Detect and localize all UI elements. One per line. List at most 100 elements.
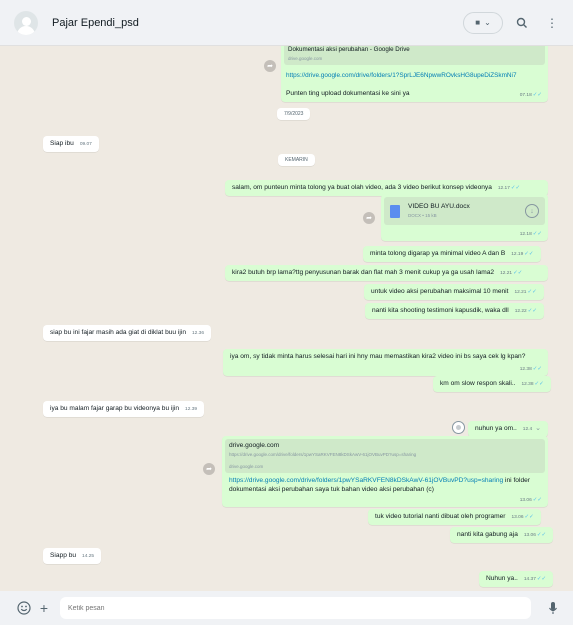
message-out[interactable]: nanti kita gabung aja 13.06✓✓ [450, 527, 554, 543]
plus-icon: + [39, 600, 49, 616]
read-receipt-icon: ✓✓ [532, 231, 542, 237]
message-out[interactable]: nuhun ya om.. 12.4 ⌄ [468, 421, 548, 437]
message-text: Siap ibu [50, 140, 74, 147]
read-receipt-icon: ✓✓ [527, 308, 537, 314]
message-out[interactable]: tuk video tutorial nanti dibuat oleh pro… [368, 509, 541, 525]
emoji-button[interactable] [14, 598, 34, 618]
avatar[interactable] [14, 10, 38, 35]
message-text: siap bu ini fajar masih ada giat di dikl… [50, 329, 186, 336]
message-time: 09.07 [79, 142, 92, 147]
read-receipt-icon: ✓✓ [536, 576, 547, 582]
message-out[interactable]: minta tolong digarap ya minimal video A … [363, 246, 541, 262]
chevron-down-icon: ⌄ [484, 18, 491, 27]
video-call-button[interactable]: ■ ⌄ [463, 11, 503, 34]
smile-icon [456, 425, 461, 430]
message-time: 12.38 [521, 382, 534, 387]
message-input[interactable] [60, 597, 531, 619]
message-text: tuk video tutorial nanti dibuat oleh pro… [375, 513, 506, 520]
message-text: Punten ting upload dokumentasi ke sini y… [286, 90, 410, 97]
read-receipt-icon: ✓✓ [532, 92, 542, 98]
message-text: nanti kita gabung aja [457, 531, 518, 538]
chevron-down-icon[interactable]: ⌄ [535, 425, 541, 432]
contact-name[interactable]: Pajar Ependi_psd [52, 17, 463, 29]
forward-icon[interactable]: ➦ [363, 212, 375, 224]
link-preview-title[interactable]: Dokumentasi aksi perubahan - Google Driv… [288, 46, 541, 54]
message-time: 12.21 [500, 271, 513, 276]
message-out[interactable]: nanti kita shooting testimoni kapusdik, … [365, 303, 544, 319]
message-text: iya om, sy tidak minta harus selesai har… [230, 353, 526, 360]
message-time: 12.39 [185, 407, 198, 412]
message-text: untuk video aksi perubahan maksimal 10 m… [371, 288, 509, 295]
document-meta: DOCX • 15 kB [408, 213, 437, 218]
message-text: Nuhun ya.. [486, 575, 518, 582]
message-in[interactable]: Siap ibu 09.07 [43, 136, 99, 152]
message-time: 12.18 [519, 232, 532, 237]
message-document[interactable]: VIDEO BU AYU.docx DOCX • 15 kB ↓ 12.18✓✓ [381, 194, 548, 241]
message-out[interactable]: kira2 butuh brp lama?ttg penyusunan bara… [225, 265, 548, 281]
message-link[interactable]: https://drive.google.com/drive/folders/1… [286, 71, 543, 80]
read-receipt-icon: ✓✓ [527, 289, 537, 295]
search-icon [516, 17, 527, 28]
chat-header: Pajar Ependi_psd ■ ⌄ ⋮ [0, 0, 573, 46]
message-time: 13.06 [511, 515, 524, 520]
message-time: 14.25 [82, 554, 95, 559]
message-out[interactable]: drive.google.com https://drive.google.co… [222, 436, 548, 507]
message-time: 13.06 [519, 498, 532, 503]
link-preview-domain: drive.google.com [288, 56, 323, 61]
message-text: nuhun ya om.. [475, 425, 517, 432]
attach-button[interactable]: + [34, 598, 54, 618]
download-icon: ↓ [530, 207, 534, 215]
message-in[interactable]: siap bu ini fajar masih ada giat di dikl… [43, 325, 211, 341]
message-text: iya bu malam fajar garap bu videonya bu … [50, 405, 180, 412]
forward-icon[interactable]: ➦ [264, 60, 276, 72]
message-time: 12.22 [514, 309, 527, 314]
message-out[interactable]: km om slow respon skali.. 12.38✓✓ [433, 376, 551, 392]
read-receipt-icon: ✓✓ [510, 185, 521, 191]
message-out[interactable]: Dokumentasi aksi perubahan - Google Driv… [281, 46, 548, 102]
message-time: 07.18 [519, 93, 532, 98]
read-receipt-icon: ✓✓ [534, 381, 544, 387]
read-receipt-icon: ✓✓ [513, 270, 523, 276]
document-name[interactable]: VIDEO BU AYU.docx [408, 202, 525, 211]
message-link[interactable]: https://drive.google.com/drive/folders/1… [229, 477, 503, 484]
message-list[interactable]: ➦ Dokumentasi aksi perubahan - Google Dr… [0, 46, 573, 591]
message-text: Siapp bu [50, 552, 77, 559]
message-out[interactable]: iya om, sy tidak minta harus selesai har… [223, 349, 548, 376]
message-text: nanti kita shooting testimoni kapusdik, … [372, 307, 509, 314]
message-text: km om slow respon skali.. [440, 380, 516, 387]
emoji-icon [17, 601, 31, 615]
search-button[interactable] [511, 12, 533, 34]
forward-icon[interactable]: ➦ [203, 463, 215, 475]
message-in[interactable]: Siapp bu 14.25 [43, 548, 102, 564]
message-in[interactable]: iya bu malam fajar garap bu videonya bu … [43, 401, 205, 417]
date-divider: KEMARIN [278, 154, 315, 166]
read-receipt-icon: ✓✓ [532, 497, 542, 503]
react-emoji-button[interactable] [452, 421, 465, 434]
download-button[interactable]: ↓ [525, 204, 539, 218]
read-receipt-icon: ✓✓ [524, 251, 534, 257]
composer: + [0, 591, 573, 625]
message-time: 12.17 [497, 186, 510, 191]
message-time: 12.36 [191, 331, 204, 336]
link-preview-domain: drive.google.com [229, 464, 264, 469]
message-out[interactable]: Nuhun ya.. 14.37✓✓ [479, 571, 554, 587]
date-divider: 7/9/2023 [277, 108, 311, 120]
read-receipt-icon: ✓✓ [524, 514, 534, 520]
menu-button[interactable]: ⋮ [541, 12, 563, 34]
message-text: salam, om punteun minta tolong ya buat o… [232, 184, 492, 191]
message-out[interactable]: untuk video aksi perubahan maksimal 10 m… [364, 284, 544, 300]
link-preview-url: https://drive.google.com/drive/folders/1… [229, 452, 417, 457]
link-preview-title[interactable]: drive.google.com [229, 441, 541, 450]
message-time: 14.37 [523, 577, 536, 582]
message-time: 12.4 [522, 427, 533, 432]
voice-message-button[interactable] [543, 598, 563, 618]
message-time: 13.06 [523, 533, 536, 538]
more-vertical-icon: ⋮ [546, 15, 558, 30]
message-text: minta tolong digarap ya minimal video A … [370, 250, 506, 257]
document-icon [390, 204, 400, 218]
message-time: 12.38 [519, 367, 532, 372]
message-time: 12.21 [514, 290, 527, 295]
read-receipt-icon: ✓✓ [532, 366, 542, 372]
message-time: 12.19 [511, 252, 524, 257]
message-text: kira2 butuh brp lama?ttg penyusunan bara… [232, 269, 495, 276]
